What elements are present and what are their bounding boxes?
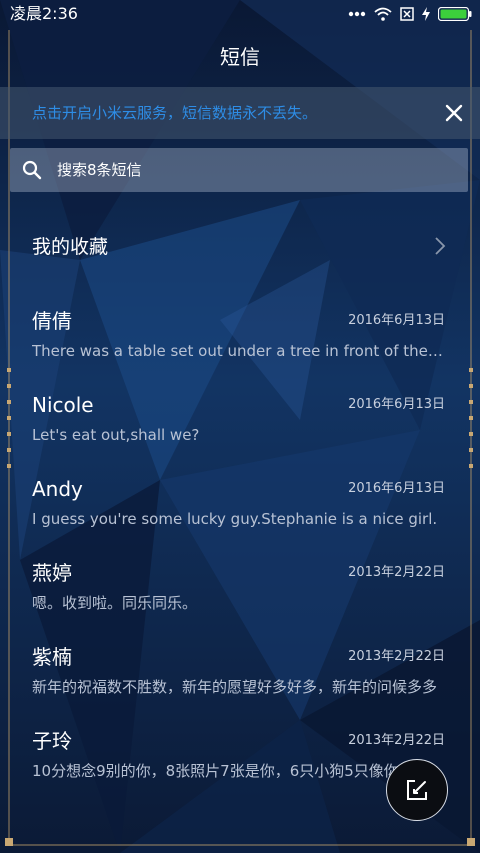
conversation-item[interactable]: Nicole 2016年6月13日 Let's eat out,shall we… [0,391,480,465]
conversation-date: 2016年6月13日 [348,397,445,412]
page-title: 短信 [220,45,260,69]
dots-icon [348,11,366,17]
chevron-right-icon [435,237,446,255]
conversation-date: 2013年2月22日 [348,733,445,748]
conversation-item[interactable]: Andy 2016年6月13日 I guess you're some luck… [0,475,480,549]
cloud-service-banner[interactable]: 点击开启小米云服务，短信数据永不丢失。 [0,87,480,139]
sms-screen: 凌晨2:36 短信 点击开启小米云服务，短信数据永不丢失。 搜索8条短信 我的收… [0,0,480,853]
wifi-icon [374,7,392,21]
conversation-preview: 10分想念9别的你，8张照片7张是你，6只小狗5只像你 [32,762,399,780]
conversation-name: 燕婷 [32,561,72,585]
search-input[interactable]: 搜索8条短信 [10,148,468,192]
compose-icon [407,780,427,800]
search-icon [22,160,42,180]
conversation-date: 2016年6月13日 [348,481,445,496]
conversation-name: 子玲 [32,729,72,753]
conversation-preview: 新年的祝福数不胜数，新年的愿望好多好多，新年的问候多多 [32,678,438,696]
conversation-preview: I guess you're some lucky guy.Stephanie … [32,510,438,528]
no-sim-icon [400,7,414,21]
battery-icon [438,7,472,21]
favorites-label: 我的收藏 [32,236,109,258]
conversation-name: Andy [32,477,83,501]
conversation-item[interactable]: 燕婷 2013年2月22日 嗯。收到啦。同乐同乐。 [0,559,480,633]
conversation-preview: Let's eat out,shall we? [32,426,200,444]
conversation-date: 2016年6月13日 [348,313,445,328]
compose-button[interactable] [386,759,448,821]
status-time: 凌晨2:36 [10,4,78,23]
conversation-name: 紫楠 [32,645,72,669]
conversation-name: 倩倩 [32,309,72,333]
cloud-banner-text[interactable]: 点击开启小米云服务，短信数据永不丢失。 [32,102,317,124]
close-icon[interactable] [442,101,466,125]
conversation-date: 2013年2月22日 [348,649,445,664]
search-placeholder: 搜索8条短信 [57,161,142,179]
charging-icon [422,7,430,21]
conversation-preview: There was a table set out under a tree i… [32,342,446,360]
conversation-name: Nicole [32,393,94,417]
conversation-item[interactable]: 倩倩 2016年6月13日 There was a table set out … [0,307,480,381]
status-icons [348,4,472,24]
conversation-date: 2013年2月22日 [348,565,445,580]
favorites-row[interactable]: 我的收藏 [0,222,480,272]
status-bar: 凌晨2:36 [0,0,480,28]
conversation-preview: 嗯。收到啦。同乐同乐。 [32,594,198,612]
conversation-item[interactable]: 紫楠 2013年2月22日 新年的祝福数不胜数，新年的愿望好多好多，新年的问候多… [0,643,480,717]
